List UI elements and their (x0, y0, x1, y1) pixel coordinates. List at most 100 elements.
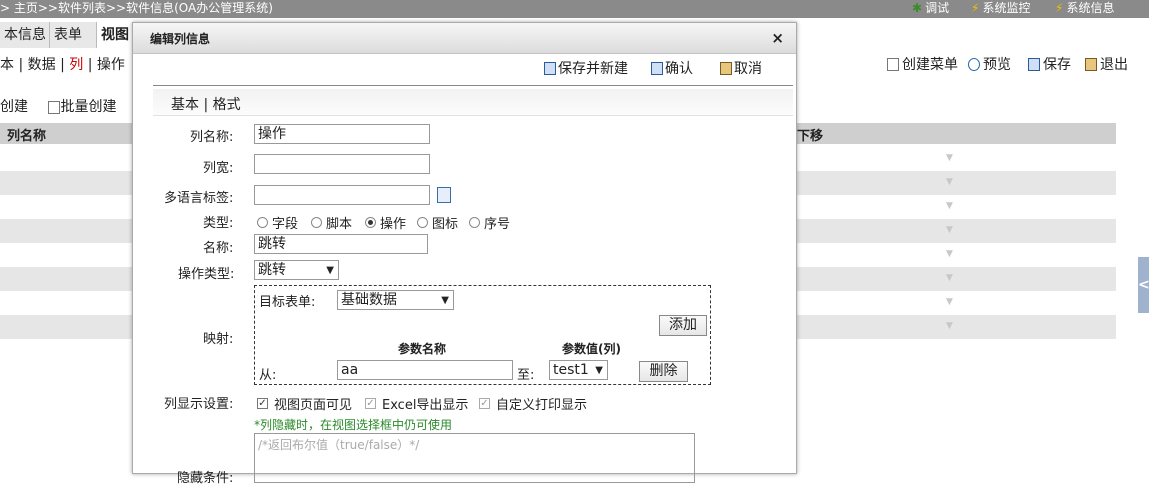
lightning-icon: ⚡ (1055, 1, 1064, 15)
param-from-input[interactable]: aa (337, 360, 513, 380)
save-and-new-button[interactable]: 保存并新建 (544, 58, 628, 78)
hide-condition-label: 隐藏条件: (177, 471, 234, 486)
col-down-header[interactable]: 下移 (797, 125, 823, 144)
new-document-icon (887, 57, 899, 71)
name-input[interactable]: 跳转 (254, 234, 428, 254)
exit-icon (1085, 57, 1097, 71)
create-menu-button[interactable]: 创建菜单 (887, 54, 958, 74)
op-type-label: 操作类型: (178, 267, 235, 282)
top-bar: > 主页>>软件列表>>软件信息(OA办公管理系统) ✱ 调试 ⚡ 系统监控 ⚡ 系统… (0, 0, 1149, 18)
confirm-icon (651, 61, 663, 75)
chevron-down-icon: ▼ (595, 365, 603, 376)
add-param-button[interactable]: 添加 (659, 315, 707, 336)
confirm-button[interactable]: 确认 (651, 58, 693, 78)
breadcrumb[interactable]: > 主页>>软件列表>>软件信息(OA办公管理系统) (0, 0, 273, 16)
radio-label: 图标 (432, 217, 459, 232)
system-info-link[interactable]: ⚡ 系统信息 (1055, 0, 1114, 16)
subnav-column[interactable]: 列 (69, 57, 83, 73)
col-name-input[interactable]: 操作 (254, 124, 430, 144)
target-form-label: 目标表单: (259, 295, 316, 310)
radio-label: 脚本 (326, 217, 353, 232)
dialog-title: 编辑列信息 (150, 32, 211, 46)
radio-icon (417, 217, 428, 228)
lang-tag-input[interactable] (254, 185, 430, 205)
move-down-icon[interactable]: ▼ (946, 225, 953, 235)
type-radio-0[interactable]: 字段 (257, 213, 298, 232)
view-visible-checkbox[interactable]: ✓ 视图页面可见 (257, 394, 352, 413)
radio-icon (365, 217, 376, 228)
move-down-icon[interactable]: ▼ (946, 177, 953, 187)
exit-button[interactable]: 退出 (1085, 54, 1128, 74)
col-width-label: 列宽: (203, 161, 234, 176)
section-title[interactable]: 基本 | 格式 (171, 94, 241, 114)
chevron-down-icon: ▼ (441, 295, 449, 306)
radio-icon (311, 217, 322, 228)
name-label: 名称: (203, 241, 234, 256)
subnav-basic[interactable]: 本 (0, 57, 14, 73)
delete-param-button[interactable]: 删除 (639, 361, 688, 382)
mapping-box: 目标表单: 基础数据 ▼ 添加 参数名称 参数值(列) 从: aa 至: test… (254, 285, 711, 385)
radio-icon (257, 217, 268, 228)
radio-icon (469, 217, 480, 228)
move-down-icon[interactable]: ▼ (946, 201, 953, 211)
bug-icon: ✱ (912, 1, 923, 15)
tab-form[interactable]: 表单 (50, 22, 97, 48)
param-to-select[interactable]: test1 ▼ (549, 360, 608, 380)
close-icon[interactable]: × (771, 29, 784, 47)
cancel-button[interactable]: 取消 (720, 58, 762, 78)
dialog-header[interactable]: 编辑列信息 × (133, 23, 796, 54)
lightning-icon: ⚡ (971, 1, 980, 15)
debug-link[interactable]: ✱ 调试 (912, 0, 949, 16)
type-radio-4[interactable]: 序号 (469, 213, 510, 232)
preview-button[interactable]: 预览 (968, 54, 1011, 74)
hide-note: *列隐藏时，在视图选择框中仍可使用 (254, 418, 453, 432)
move-down-icon[interactable]: ▼ (946, 153, 953, 163)
type-radio-3[interactable]: 图标 (417, 213, 458, 232)
language-edit-icon[interactable] (437, 187, 451, 203)
new-document-icon (48, 100, 61, 114)
cancel-icon (720, 61, 732, 75)
section-tabs: 基本 | 格式 (153, 89, 793, 116)
lang-tag-label: 多语言标签: (164, 191, 234, 206)
move-down-icon[interactable]: ▼ (946, 273, 953, 283)
magnifier-icon (968, 57, 980, 71)
batch-create-button[interactable]: 批量创建 (48, 99, 116, 115)
radio-label: 序号 (484, 217, 511, 232)
hide-condition-textarea[interactable]: /*返回布尔值（true/false）*/ (254, 433, 695, 483)
type-radio-2[interactable]: 操作 (365, 213, 406, 232)
op-type-select[interactable]: 跳转 ▼ (254, 260, 339, 280)
col-name-label: 列名称: (190, 130, 234, 145)
move-down-icon[interactable]: ▼ (946, 249, 953, 259)
custom-print-checkbox[interactable]: ✓ 自定义打印显示 (479, 394, 587, 413)
radio-label: 字段 (272, 217, 299, 232)
system-monitor-link[interactable]: ⚡ 系统监控 (971, 0, 1030, 16)
edit-column-dialog: 编辑列信息 × 保存并新建 确认 取消 基本 | 格式 列名称: 操作 列宽: … (132, 22, 797, 486)
display-settings-label: 列显示设置: (164, 397, 234, 412)
create-button[interactable]: 创建 (0, 99, 28, 115)
checkbox-checked-icon: ✓ (257, 398, 268, 409)
move-down-icon[interactable]: ▼ (946, 321, 953, 331)
subnav-operation[interactable]: 操作 (97, 57, 125, 73)
save-icon (1028, 57, 1040, 71)
create-toolbar: 创建 批量创建 (0, 96, 116, 116)
checkbox-checked-icon: ✓ (479, 398, 490, 409)
to-label: 至: (517, 368, 535, 383)
target-form-select[interactable]: 基础数据 ▼ (337, 290, 454, 310)
tab-basic-info[interactable]: 本信息 (0, 22, 50, 48)
type-radio-1[interactable]: 脚本 (311, 213, 352, 232)
move-down-icon[interactable]: ▼ (946, 297, 953, 307)
col-name-header[interactable]: 列名称 (7, 125, 46, 144)
chevron-down-icon: ▼ (326, 265, 334, 276)
col-width-input[interactable] (254, 154, 430, 174)
radio-label: 操作 (380, 217, 407, 232)
save-page-button[interactable]: 保存 (1028, 54, 1071, 74)
from-label: 从: (259, 368, 277, 383)
type-label: 类型: (203, 216, 234, 231)
mapping-label: 映射: (203, 332, 234, 347)
checkbox-checked-icon: ✓ (365, 398, 376, 409)
excel-export-checkbox[interactable]: ✓ Excel导出显示 (365, 394, 468, 413)
param-value-header: 参数值(列) (562, 342, 621, 356)
divider (153, 85, 793, 86)
subnav-data[interactable]: 数据 (28, 57, 56, 73)
side-collapse-tab[interactable]: < (1138, 257, 1149, 313)
